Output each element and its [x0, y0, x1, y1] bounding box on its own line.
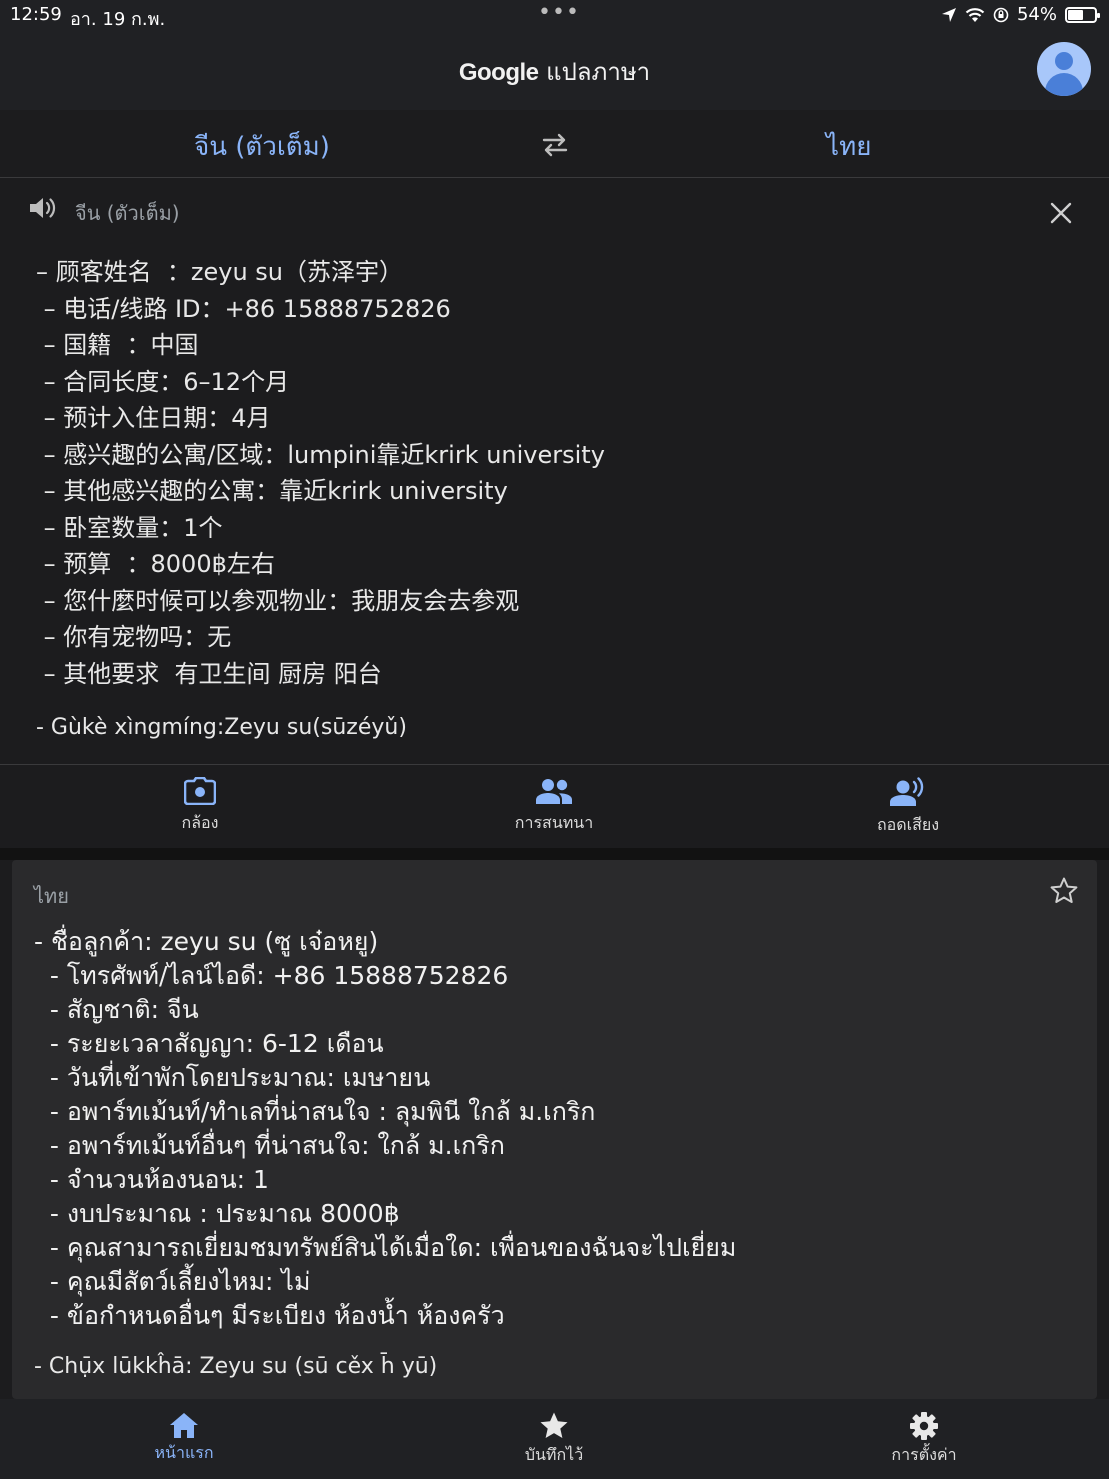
source-text[interactable]: – 顾客姓名 ：zeyu su（苏泽宇） – 电话/线路 ID：+86 1588…: [36, 254, 1076, 692]
status-bar: 12:59 อา. 19 ก.พ. ••• 54%: [0, 0, 1109, 30]
nav-home-label: หน้าแรก: [154, 1443, 214, 1462]
star-icon: [540, 1412, 568, 1438]
bottom-navigation: หน้าแรก บันทึกไว้ การตั้งค่า: [0, 1399, 1109, 1479]
orientation-lock-icon: [993, 7, 1009, 22]
speaker-icon[interactable]: [28, 195, 58, 221]
swap-languages-icon[interactable]: [540, 130, 570, 160]
source-language-label: จีน (ตัวเต็ม): [75, 201, 180, 225]
camera-icon: [184, 777, 216, 805]
status-time: 12:59: [10, 4, 62, 25]
avatar-body: [1045, 73, 1083, 96]
wifi-icon: [965, 7, 985, 22]
conversation-button[interactable]: การสนทนา: [474, 777, 634, 836]
multitasking-dots-icon[interactable]: •••: [538, 0, 580, 25]
translation-romanization: - Chụ̄x lūkkĥā: Zeyu su (sū cěx h̄ yū): [34, 1354, 438, 1379]
people-icon: [536, 779, 572, 804]
language-selector: จีน (ตัวเต็ม) ไทย: [0, 110, 1109, 178]
source-language-button[interactable]: จีน (ตัวเต็ม): [194, 126, 330, 167]
translation-text[interactable]: - ชื่อลูกค้า: zeyu su (ซู เจ๋อหยู) - โทร…: [34, 925, 1074, 1333]
location-arrow-icon: [941, 7, 956, 22]
nav-saved[interactable]: บันทึกไว้: [474, 1411, 634, 1468]
nav-settings-label: การตั้งค่า: [891, 1445, 957, 1464]
app-header: Google แปลภาษา: [0, 30, 1109, 110]
target-language-button[interactable]: ไทย: [826, 126, 871, 167]
translation-result-card[interactable]: ไทย - ชื่อลูกค้า: zeyu su (ซู เจ๋อหยู) -…: [12, 860, 1097, 1399]
avatar-head: [1055, 52, 1073, 70]
nav-settings[interactable]: การตั้งค่า: [844, 1411, 1004, 1468]
source-romanization: - Gùkè xìngmíng:Zeyu su(sūzéyǔ): [36, 715, 407, 740]
status-indicators: 54%: [941, 4, 1100, 25]
transcribe-label: ถอดเสียง: [876, 815, 940, 834]
nav-home[interactable]: หน้าแรก: [104, 1411, 264, 1466]
camera-label: กล้อง: [181, 813, 219, 832]
camera-button[interactable]: กล้อง: [120, 777, 280, 836]
transcribe-button[interactable]: ถอดเสียง: [828, 777, 988, 838]
battery-percent: 54%: [1016, 4, 1057, 25]
panel-divider: [0, 848, 1109, 860]
home-icon: [170, 1413, 198, 1438]
battery-icon: [1065, 6, 1100, 23]
account-avatar[interactable]: [1037, 42, 1091, 96]
conversation-label: การสนทนา: [514, 813, 594, 832]
input-tools-bar: กล้อง การสนทนา ถอดเสียง: [0, 764, 1109, 848]
close-icon[interactable]: [1049, 201, 1073, 225]
gear-icon: [910, 1412, 938, 1440]
result-language-label: ไทย: [34, 884, 69, 908]
battery-fill: [1068, 9, 1084, 20]
app-title-text: แปลภาษา: [546, 58, 651, 86]
source-panel: จีน (ตัวเต็ม) – 顾客姓名 ：zeyu su（苏泽宇） – 电话/…: [0, 179, 1109, 764]
voice-person-icon: [890, 777, 924, 806]
google-logo: Google: [458, 59, 539, 86]
status-date: อา. 19 ก.พ.: [70, 9, 166, 30]
app-title: Google แปลภาษา: [0, 52, 1109, 91]
star-outline-icon[interactable]: [1049, 876, 1079, 906]
nav-saved-label: บันทึกไว้: [524, 1445, 584, 1464]
